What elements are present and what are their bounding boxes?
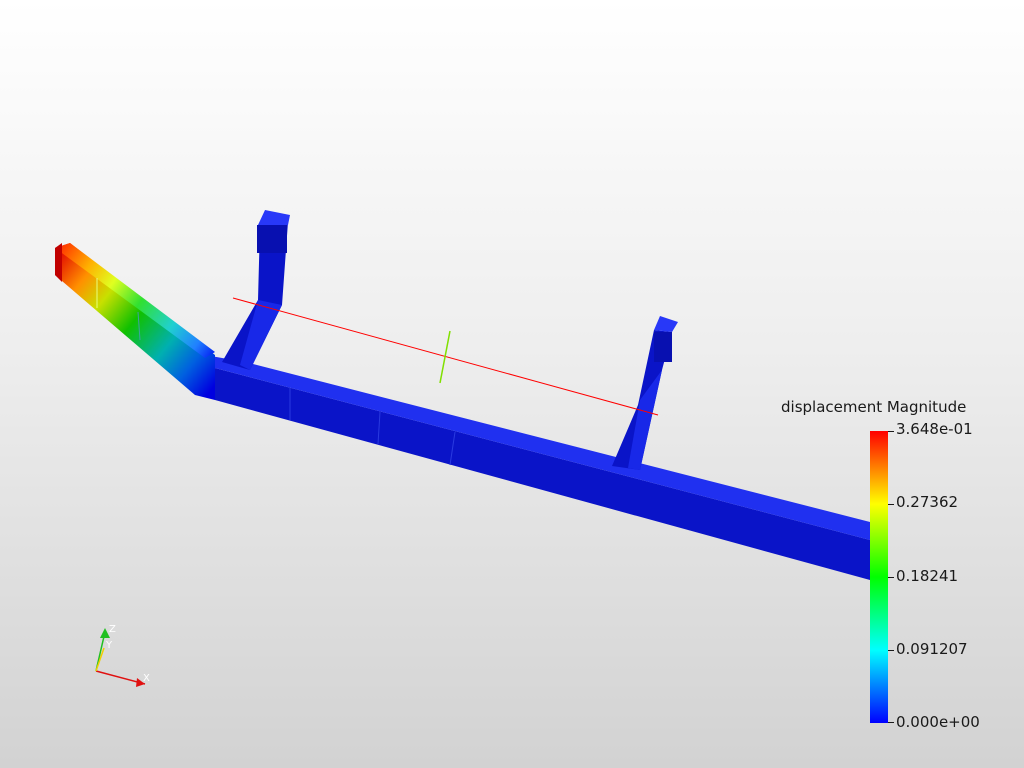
arm-end-cap <box>55 243 62 282</box>
right-bracket-cap <box>654 316 678 332</box>
scalar-bar-label-min: 0.000e+00 <box>896 713 980 731</box>
x-axis-label: X <box>143 673 150 684</box>
scalar-bar-tick <box>888 431 894 432</box>
right-bracket-head <box>654 332 672 362</box>
scalar-bar-label: 0.091207 <box>896 640 968 658</box>
scalar-bar-tick <box>888 577 894 578</box>
render-viewport[interactable]: X Z Y displacement Magnitude 3.648e-01 0… <box>0 0 1024 768</box>
scalar-bar-tick <box>888 650 894 651</box>
scalar-bar-label: 0.27362 <box>896 493 959 511</box>
scalar-bar-label: 0.18241 <box>896 567 959 585</box>
orientation-axes: X Z Y <box>95 624 150 687</box>
deflected-arm-side <box>55 243 215 400</box>
y-axis-label: Y <box>105 640 113 651</box>
scalar-bar-colormap <box>870 431 888 723</box>
left-bracket-head <box>257 225 287 253</box>
scalar-bar-tick <box>888 504 894 505</box>
scalar-bar-label-max: 3.648e-01 <box>896 420 973 438</box>
main-beam-side <box>215 368 870 580</box>
left-bracket-cap <box>258 210 290 225</box>
z-axis-label: Z <box>109 624 116 635</box>
scalar-bar-tick <box>888 722 894 723</box>
scalar-bar-title: displacement Magnitude <box>781 398 967 416</box>
main-beam-top <box>205 355 870 540</box>
